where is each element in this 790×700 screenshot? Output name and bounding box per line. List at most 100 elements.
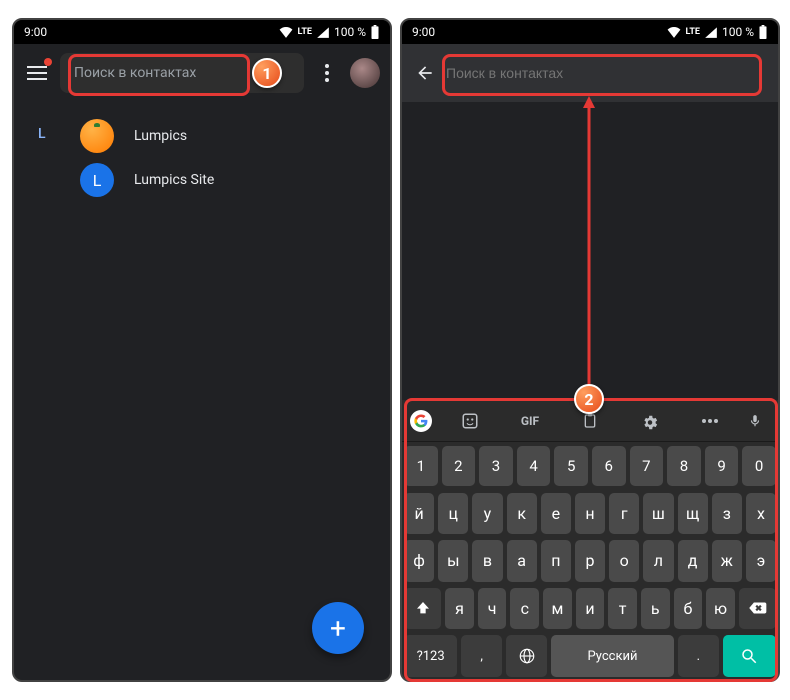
- key-search[interactable]: [723, 635, 776, 677]
- key-comma[interactable]: ,: [461, 635, 502, 677]
- key-period[interactable]: .: [678, 635, 719, 677]
- contact-avatar-icon: L: [80, 163, 114, 197]
- key-letter[interactable]: ф: [404, 540, 434, 582]
- key-letter[interactable]: ж: [712, 540, 742, 582]
- arrow-back-icon: [415, 63, 435, 83]
- contact-name: Lumpics Site: [134, 172, 214, 188]
- key-letter[interactable]: л: [643, 540, 673, 582]
- key-letter[interactable]: б: [674, 588, 703, 630]
- backspace-icon: [747, 601, 767, 615]
- search-bar[interactable]: Поиск в контактах: [60, 53, 304, 93]
- key-letter[interactable]: ш: [643, 493, 673, 535]
- key-letter[interactable]: о: [609, 540, 639, 582]
- status-bar: 9:00 LTE 100 %: [14, 20, 390, 44]
- key-letter[interactable]: и: [576, 588, 605, 630]
- battery-percent: 100 %: [722, 25, 754, 39]
- keyboard-number-row: 1 2 3 4 5 6 7 8 9 0: [402, 442, 778, 490]
- gear-icon: [641, 412, 659, 430]
- contact-name: Lumpics: [134, 128, 187, 144]
- hamburger-menu-button[interactable]: [24, 60, 50, 86]
- more-vert-icon: [325, 64, 329, 82]
- phone-right: 9:00 LTE 100 % GIF: [400, 18, 780, 682]
- back-button[interactable]: [412, 63, 438, 83]
- contact-row[interactable]: Lumpics: [14, 114, 390, 158]
- key-backspace[interactable]: [739, 588, 776, 630]
- key-3[interactable]: 3: [479, 446, 513, 486]
- app-bar: Поиск в контактах: [14, 44, 390, 102]
- keyboard-row-2: ф ы в а п р о л д ж э: [402, 537, 778, 585]
- key-letter[interactable]: а: [507, 540, 537, 582]
- key-letter[interactable]: ь: [641, 588, 670, 630]
- key-0[interactable]: 0: [742, 446, 776, 486]
- key-letter[interactable]: х: [746, 493, 776, 535]
- key-language[interactable]: [506, 635, 547, 677]
- notification-dot-icon: [44, 58, 52, 66]
- key-letter[interactable]: я: [445, 588, 474, 630]
- key-letter[interactable]: р: [575, 540, 605, 582]
- key-letter[interactable]: г: [609, 493, 639, 535]
- key-letter[interactable]: з: [712, 493, 742, 535]
- key-letter[interactable]: ч: [478, 588, 507, 630]
- status-indicators: LTE 100 %: [667, 25, 768, 39]
- status-time: 9:00: [24, 25, 47, 39]
- key-1[interactable]: 1: [404, 446, 438, 486]
- key-letter[interactable]: е: [541, 493, 571, 535]
- settings-button[interactable]: [620, 412, 680, 430]
- key-space[interactable]: Русский: [551, 635, 674, 677]
- plus-icon: +: [330, 612, 346, 645]
- key-letter[interactable]: э: [746, 540, 776, 582]
- key-letter[interactable]: п: [541, 540, 571, 582]
- key-letter[interactable]: н: [575, 493, 605, 535]
- sticker-button[interactable]: [440, 412, 500, 430]
- search-icon: [740, 647, 758, 665]
- key-9[interactable]: 9: [705, 446, 739, 486]
- key-6[interactable]: 6: [592, 446, 626, 486]
- key-8[interactable]: 8: [667, 446, 701, 486]
- contact-row[interactable]: L Lumpics Site: [14, 158, 390, 202]
- clipboard-icon: [582, 412, 598, 430]
- keyboard: GIF 1 2 3 4 5 6 7 8 9 0: [402, 400, 778, 680]
- key-letter[interactable]: й: [404, 493, 434, 535]
- battery-icon: [758, 25, 768, 39]
- mic-button[interactable]: [740, 412, 770, 430]
- gif-button[interactable]: GIF: [500, 414, 560, 428]
- key-shift[interactable]: [404, 588, 441, 630]
- key-letter[interactable]: щ: [678, 493, 708, 535]
- key-letter[interactable]: ю: [706, 588, 735, 630]
- key-5[interactable]: 5: [554, 446, 588, 486]
- clipboard-button[interactable]: [560, 412, 620, 430]
- more-horiz-icon: [701, 418, 719, 424]
- keyboard-bottom-row: ?123 , Русский .: [402, 632, 778, 680]
- more-button[interactable]: [680, 418, 740, 424]
- key-2[interactable]: 2: [442, 446, 476, 486]
- phone-left: 9:00 LTE 100 % Поиск в контактах L Lumpi…: [12, 18, 392, 682]
- search-input[interactable]: [446, 65, 768, 81]
- shift-icon: [415, 600, 431, 616]
- profile-avatar[interactable]: [350, 58, 380, 88]
- google-icon[interactable]: [410, 410, 432, 432]
- key-4[interactable]: 4: [517, 446, 551, 486]
- sticker-icon: [461, 412, 479, 430]
- key-letter[interactable]: с: [510, 588, 539, 630]
- overflow-menu-button[interactable]: [314, 64, 340, 82]
- key-letter[interactable]: у: [472, 493, 502, 535]
- wifi-icon: [667, 26, 681, 38]
- keyboard-row-1: й ц у к е н г ш щ з х: [402, 490, 778, 538]
- battery-icon: [370, 25, 380, 39]
- key-letter[interactable]: м: [543, 588, 572, 630]
- search-results-empty: [402, 102, 778, 396]
- key-letter[interactable]: к: [507, 493, 537, 535]
- contact-avatar-icon: [80, 119, 114, 153]
- key-7[interactable]: 7: [630, 446, 664, 486]
- key-letter[interactable]: ы: [438, 540, 468, 582]
- globe-icon: [518, 647, 536, 665]
- battery-percent: 100 %: [334, 25, 366, 39]
- search-app-bar: [402, 44, 778, 102]
- key-letter[interactable]: ц: [438, 493, 468, 535]
- add-contact-fab[interactable]: +: [312, 602, 364, 654]
- key-letter[interactable]: т: [608, 588, 637, 630]
- key-letter[interactable]: в: [472, 540, 502, 582]
- status-indicators: LTE 100 %: [279, 25, 380, 39]
- key-letter[interactable]: д: [678, 540, 708, 582]
- key-symbols[interactable]: ?123: [404, 635, 457, 677]
